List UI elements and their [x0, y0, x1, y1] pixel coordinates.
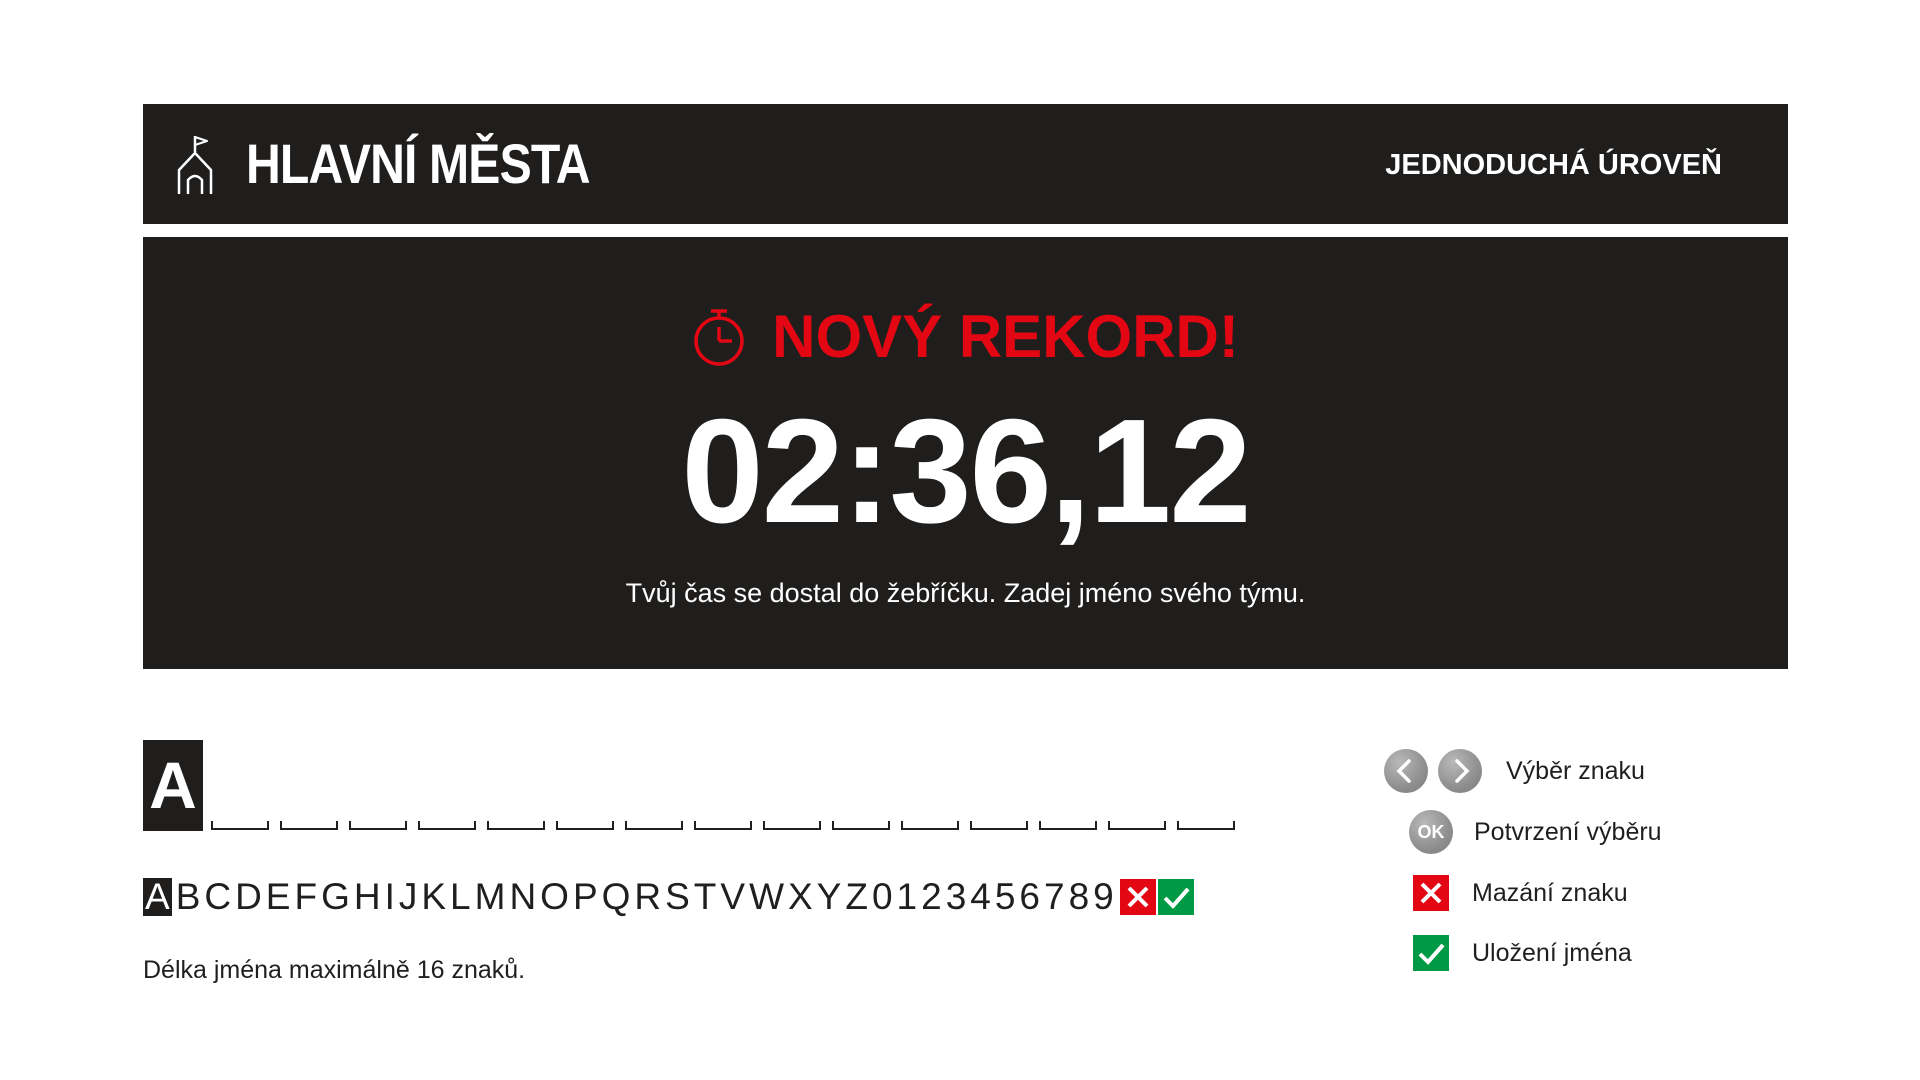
char-slot — [694, 821, 752, 830]
red-x-icon[interactable] — [1119, 879, 1156, 915]
name-input-field[interactable]: A — [143, 740, 1243, 840]
record-title: NOVÝ REKORD! — [772, 303, 1239, 370]
chevron-right-icon — [1438, 749, 1482, 793]
legend-label: Potvrzení výběru — [1474, 818, 1662, 846]
record-time: 02:36,12 — [681, 389, 1251, 554]
character-selector[interactable]: A BCDEFGHIJKLMNOPQRSTVWXYZ0123456789 — [143, 878, 1194, 916]
record-message: Tvůj čas se dostal do žebříčku. Zadej jm… — [625, 578, 1306, 608]
char-slot — [1177, 821, 1235, 830]
legend-confirm: OK Potvrzení výběru — [1409, 809, 1662, 855]
app-title: HLAVNÍ MĚSTA — [246, 132, 591, 195]
char-options[interactable]: BCDEFGHIJKLMNOPQRSTVWXYZ0123456789 — [176, 878, 1118, 916]
chevron-left-icon — [1384, 749, 1428, 793]
legend-label: Uložení jména — [1472, 939, 1632, 967]
controls-legend: Výběr znaku OK Potvrzení výběru Mazání z… — [1376, 748, 1796, 988]
char-slot — [832, 821, 890, 830]
legend-delete: Mazání znaku — [1413, 870, 1628, 916]
char-slot — [625, 821, 683, 830]
selected-char[interactable]: A — [143, 878, 172, 916]
record-heading: NOVÝ REKORD! — [143, 302, 1788, 372]
char-slot — [970, 821, 1028, 830]
red-x-icon — [1413, 875, 1449, 911]
level-label: JEDNODUCHÁ ÚROVEŇ — [1385, 149, 1722, 181]
char-slot — [556, 821, 614, 830]
char-slot — [349, 821, 407, 830]
current-char-cursor[interactable]: A — [143, 740, 203, 831]
char-slot — [1108, 821, 1166, 830]
legend-save: Uložení jména — [1413, 930, 1632, 976]
record-panel: NOVÝ REKORD! 02:36,12 Tvůj čas se dostal… — [143, 237, 1788, 669]
char-slot — [901, 821, 959, 830]
name-length-hint: Délka jména maximálně 16 znaků. — [143, 956, 526, 984]
ok-button-icon: OK — [1409, 810, 1453, 854]
char-slot — [280, 821, 338, 830]
legend-label: Výběr znaku — [1506, 757, 1645, 785]
flag-house-icon — [177, 136, 213, 194]
header-bar: HLAVNÍ MĚSTA JEDNODUCHÁ ÚROVEŇ — [143, 104, 1788, 224]
stopwatch-icon — [694, 309, 744, 366]
char-slot — [211, 821, 269, 830]
green-check-icon — [1413, 935, 1449, 971]
legend-label: Mazání znaku — [1472, 879, 1628, 907]
green-check-icon[interactable] — [1157, 879, 1194, 915]
char-slot — [1039, 821, 1097, 830]
legend-select: Výběr znaku — [1384, 748, 1645, 794]
char-slot — [487, 821, 545, 830]
char-slot — [418, 821, 476, 830]
char-slot — [763, 821, 821, 830]
